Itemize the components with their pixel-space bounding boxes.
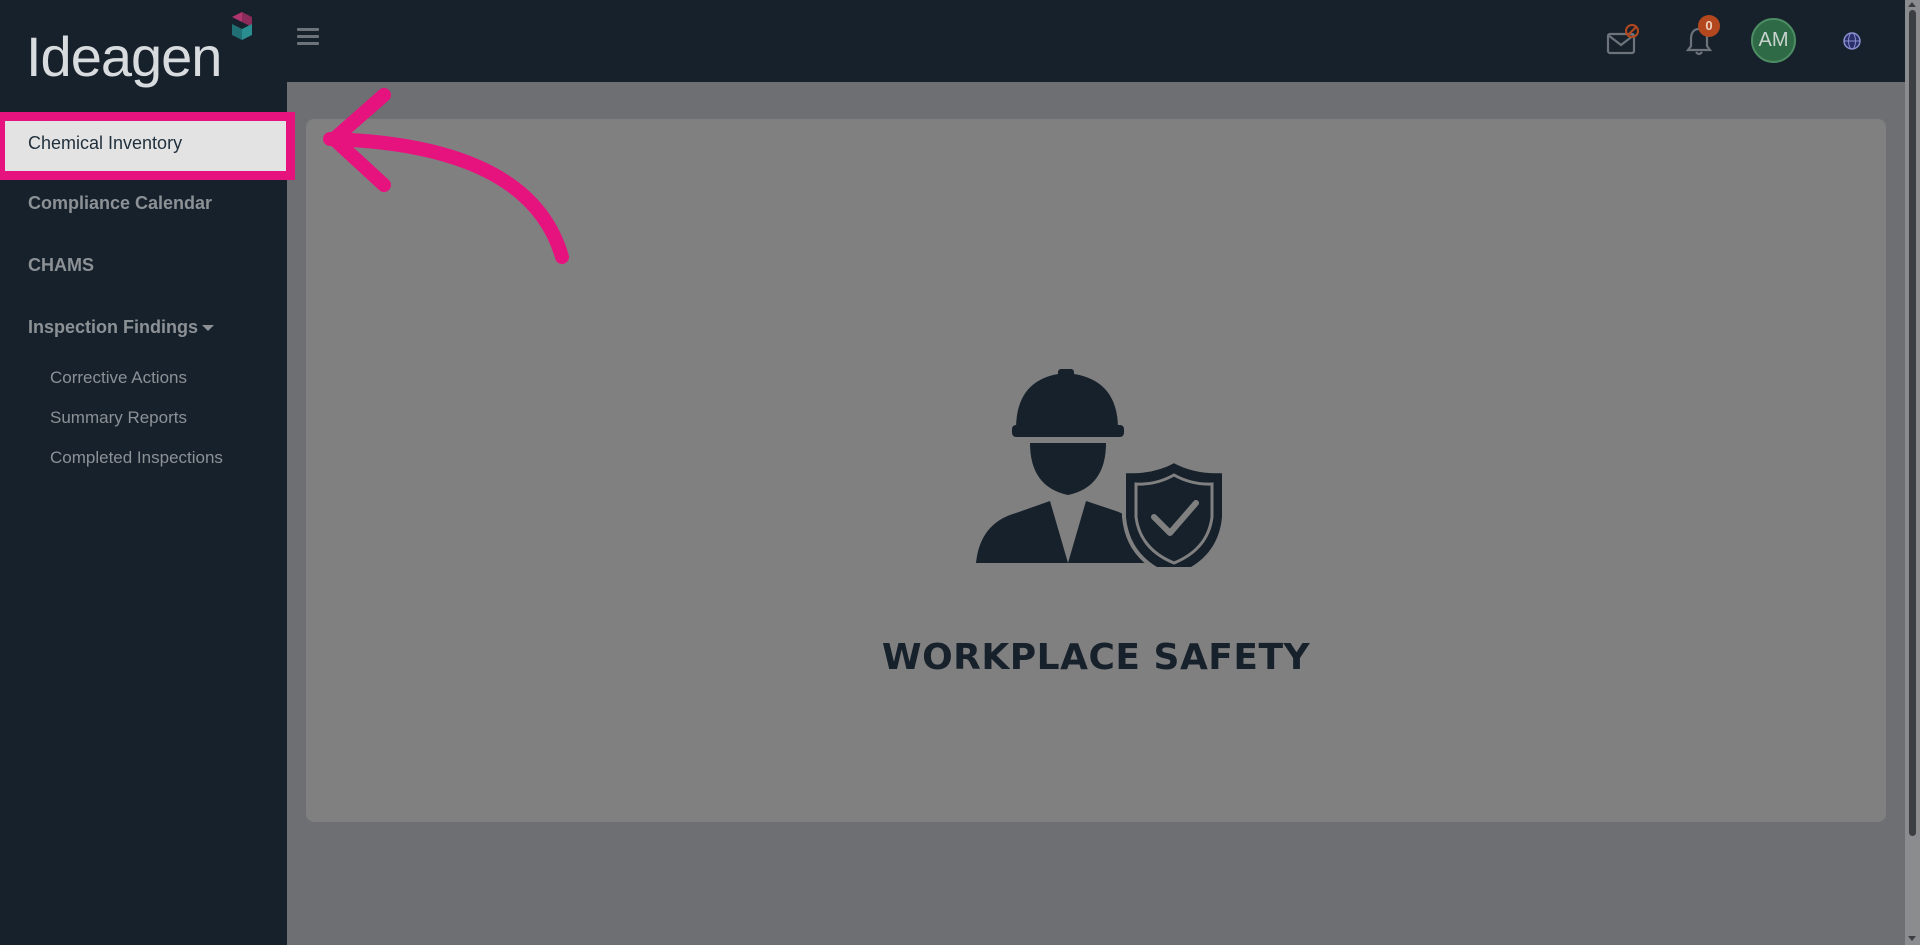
scrollbar-thumb[interactable]: [1909, 10, 1916, 836]
logo-text: Ideagen: [26, 25, 222, 88]
ideagen-logo[interactable]: Ideagen: [26, 10, 266, 90]
logo-cube-icon: [232, 12, 252, 40]
notifications-button[interactable]: [1677, 0, 1721, 82]
scroll-down-icon[interactable]: [1908, 936, 1916, 941]
mail-blocked-icon: [1606, 24, 1639, 55]
sidebar: Ideagen Chemical Inventory Compliance Ca…: [0, 0, 287, 945]
top-bar: 0 AM: [287, 0, 1905, 82]
hamburger-icon[interactable]: [297, 28, 319, 48]
sidebar-item-label: Inspection Findings: [28, 317, 198, 337]
sidebar-item-label: CHAMS: [28, 255, 94, 275]
sidebar-item-label: Compliance Calendar: [28, 193, 213, 213]
hero-card: WORKPLACE SAFETY: [306, 119, 1886, 822]
caret-down-icon: [202, 325, 214, 332]
sidebar-item-inspection-findings[interactable]: Inspection Findings: [0, 296, 287, 358]
app-switcher-button[interactable]: [1837, 0, 1867, 82]
globe-badge-icon: [1843, 32, 1861, 50]
messages-button[interactable]: [1600, 0, 1644, 82]
page-scrollbar[interactable]: [1905, 0, 1920, 945]
sidebar-subitem-corrective-actions[interactable]: Corrective Actions: [0, 358, 287, 398]
sidebar-item-label: Chemical Inventory: [28, 133, 183, 153]
sidebar-item-chemical-inventory[interactable]: Chemical Inventory: [0, 114, 287, 172]
worker-shield-icon: [976, 369, 1226, 567]
user-avatar[interactable]: AM: [1751, 18, 1796, 63]
sidebar-subitem-summary-reports[interactable]: Summary Reports: [0, 398, 287, 438]
sidebar-item-chams[interactable]: CHAMS: [0, 234, 287, 296]
sidebar-nav: Chemical Inventory Compliance Calendar C…: [0, 114, 287, 478]
sidebar-item-compliance-calendar[interactable]: Compliance Calendar: [0, 172, 287, 234]
scroll-up-icon[interactable]: [1908, 2, 1916, 7]
sidebar-subitem-completed-inspections[interactable]: Completed Inspections: [0, 438, 287, 478]
hero-title: WORKPLACE SAFETY: [881, 637, 1311, 678]
notifications-count-badge: 0: [1698, 15, 1720, 37]
